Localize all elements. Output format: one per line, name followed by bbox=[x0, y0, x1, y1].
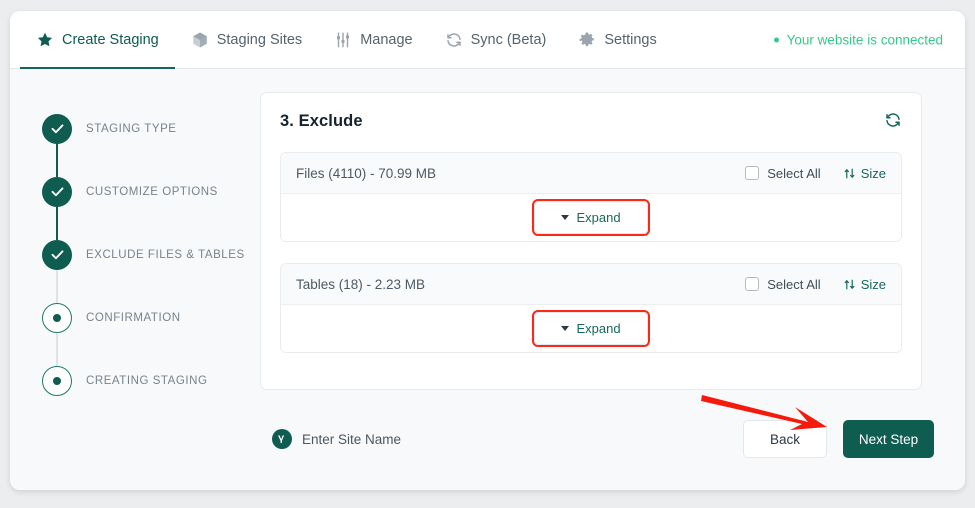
step-connector bbox=[56, 332, 58, 366]
progress-stepper: STAGING TYPE CUSTOMIZE OPTIONS EXCLUDE F… bbox=[10, 69, 260, 490]
checkbox-icon[interactable] bbox=[745, 277, 760, 291]
expand-label: Expand bbox=[576, 210, 621, 225]
step-connector bbox=[56, 143, 58, 177]
step-label: EXCLUDE FILES & TABLES bbox=[86, 248, 245, 261]
files-group-header: Files (4110) - 70.99 MB Select All Size bbox=[281, 153, 901, 194]
files-select-all[interactable]: Select All bbox=[745, 165, 821, 181]
sort-updown-icon bbox=[843, 278, 856, 291]
step-staging-type[interactable]: STAGING TYPE bbox=[42, 97, 260, 177]
exclude-panel: 3. Exclude Files (4110) - 70.99 MB Selec… bbox=[260, 92, 922, 390]
tables-group: Tables (18) - 2.23 MB Select All Size Ex… bbox=[280, 263, 902, 353]
tab-label: Create Staging bbox=[62, 31, 159, 48]
step-label: CREATING STAGING bbox=[86, 374, 208, 387]
tables-group-header: Tables (18) - 2.23 MB Select All Size bbox=[281, 264, 901, 305]
expand-label: Expand bbox=[576, 321, 621, 336]
tables-select-all[interactable]: Select All bbox=[745, 276, 821, 292]
back-button[interactable]: Back bbox=[743, 420, 827, 458]
enter-site-name[interactable]: Enter Site Name bbox=[272, 429, 401, 449]
tables-sort-by-size[interactable]: Size bbox=[843, 277, 886, 292]
check-icon bbox=[42, 239, 72, 270]
tables-expand-button[interactable]: Expand bbox=[532, 310, 650, 347]
check-icon bbox=[42, 176, 72, 207]
status-dot-icon bbox=[773, 37, 779, 42]
check-icon bbox=[42, 113, 72, 144]
refresh-icon[interactable] bbox=[884, 111, 904, 131]
step-connector bbox=[56, 269, 58, 303]
connection-status-label: Your website is connected bbox=[786, 32, 943, 47]
page-title: 3. Exclude bbox=[280, 112, 363, 130]
select-all-label: Select All bbox=[767, 276, 821, 292]
files-group-body: Expand bbox=[281, 194, 901, 241]
tab-settings[interactable]: Settings bbox=[562, 11, 672, 69]
wp-staging-badge-icon bbox=[272, 429, 292, 449]
sync-icon bbox=[445, 31, 463, 49]
sort-label: Size bbox=[860, 165, 886, 181]
chevron-down-icon bbox=[561, 326, 570, 331]
content-area: STAGING TYPE CUSTOMIZE OPTIONS EXCLUDE F… bbox=[10, 69, 965, 490]
tab-label: Manage bbox=[360, 31, 413, 48]
files-group: Files (4110) - 70.99 MB Select All Size … bbox=[280, 152, 902, 242]
step-dot-icon bbox=[42, 302, 72, 333]
step-label: STAGING TYPE bbox=[86, 122, 177, 135]
footer-action-bar: Enter Site Name Back Next Step bbox=[272, 409, 934, 469]
files-sort-by-size[interactable]: Size bbox=[843, 166, 886, 181]
files-expand-button[interactable]: Expand bbox=[532, 199, 650, 236]
gear-icon bbox=[578, 31, 596, 49]
sliders-icon bbox=[334, 31, 352, 49]
chevron-down-icon bbox=[561, 215, 570, 220]
tab-label: Sync (Beta) bbox=[470, 31, 547, 48]
site-name-label: Enter Site Name bbox=[302, 431, 402, 447]
app-window: Create Staging Staging Sites Manage Sync… bbox=[10, 11, 965, 490]
star-icon bbox=[36, 31, 54, 49]
step-exclude-files-tables[interactable]: EXCLUDE FILES & TABLES bbox=[42, 223, 260, 303]
step-connector bbox=[56, 206, 58, 240]
tab-create-staging[interactable]: Create Staging bbox=[20, 11, 175, 70]
step-creating-staging[interactable]: CREATING STAGING bbox=[42, 349, 260, 412]
tab-label: Staging Sites bbox=[216, 31, 303, 48]
sort-updown-icon bbox=[843, 167, 856, 180]
tables-group-title: Tables (18) - 2.23 MB bbox=[296, 276, 426, 292]
step-label: CUSTOMIZE OPTIONS bbox=[86, 185, 218, 198]
next-step-button[interactable]: Next Step bbox=[843, 420, 934, 458]
connection-status: Your website is connected bbox=[773, 32, 943, 47]
cube-icon bbox=[191, 31, 209, 49]
tab-sync-beta[interactable]: Sync (Beta) bbox=[429, 11, 563, 69]
tables-group-body: Expand bbox=[281, 305, 901, 352]
sort-label: Size bbox=[860, 276, 886, 292]
checkbox-icon[interactable] bbox=[745, 166, 760, 180]
select-all-label: Select All bbox=[767, 165, 821, 181]
tab-label: Settings bbox=[604, 31, 657, 48]
step-customize-options[interactable]: CUSTOMIZE OPTIONS bbox=[42, 160, 260, 240]
files-group-title: Files (4110) - 70.99 MB bbox=[296, 165, 437, 181]
step-dot-icon bbox=[42, 365, 72, 396]
tab-staging-sites[interactable]: Staging Sites bbox=[175, 11, 318, 69]
top-navigation-bar: Create Staging Staging Sites Manage Sync… bbox=[10, 11, 965, 70]
step-confirmation[interactable]: CONFIRMATION bbox=[42, 286, 260, 366]
tab-manage[interactable]: Manage bbox=[318, 11, 428, 69]
step-label: CONFIRMATION bbox=[86, 311, 181, 324]
screenshot-root: Create Staging Staging Sites Manage Sync… bbox=[0, 0, 975, 508]
